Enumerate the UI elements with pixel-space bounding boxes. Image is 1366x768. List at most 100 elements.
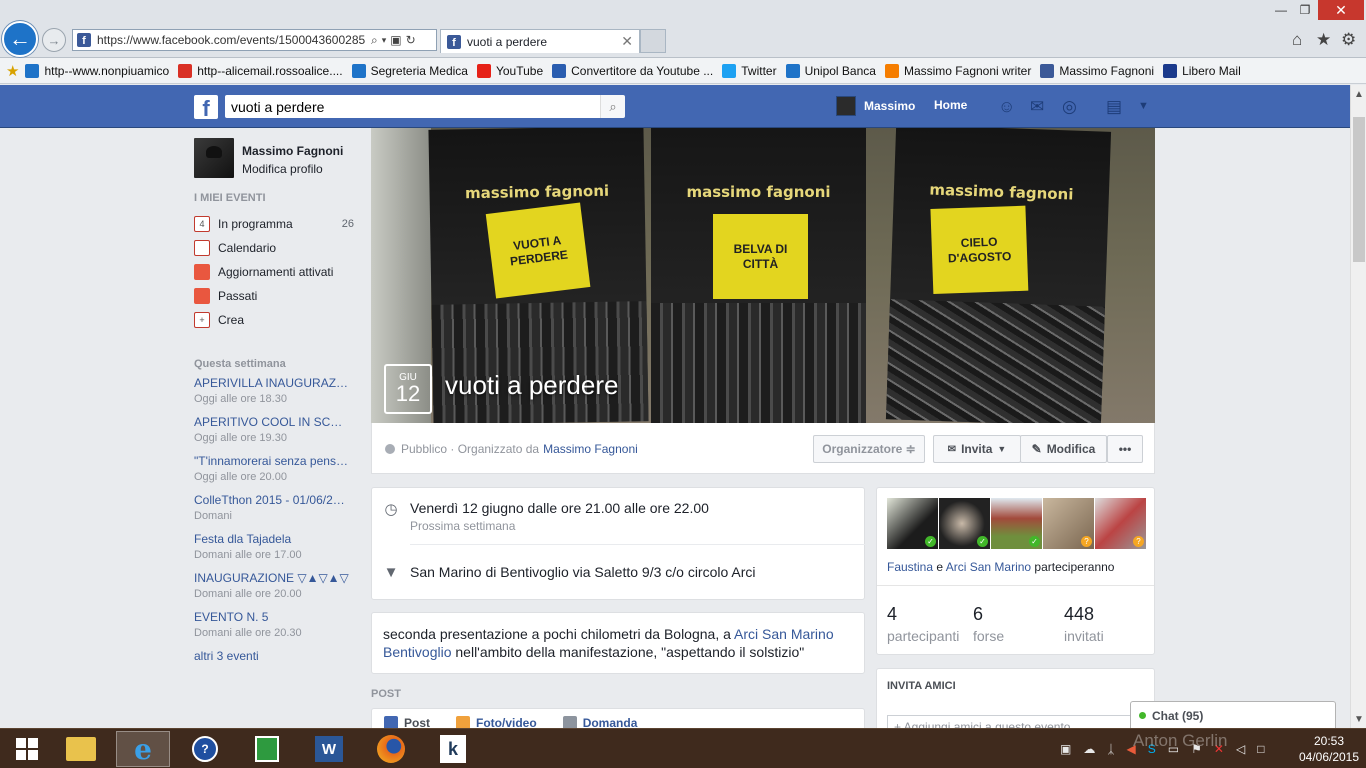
messages-icon[interactable]: ✉ bbox=[1030, 97, 1044, 117]
favorite-link[interactable]: Unipol Banca bbox=[785, 63, 876, 78]
globe-icon bbox=[385, 444, 395, 454]
taskbar-internet-explorer[interactable]: e bbox=[116, 731, 170, 767]
volume-icon[interactable]: ◁ bbox=[1236, 742, 1245, 756]
favorite-link[interactable]: Segreteria Medica bbox=[351, 63, 468, 78]
chat-tab[interactable]: Chat (95) bbox=[1130, 701, 1336, 729]
event-location[interactable]: San Marino di Bentivoglio via Saletto 9/… bbox=[410, 564, 756, 581]
profile-block[interactable]: Massimo Fagnoni Modifica profilo bbox=[194, 138, 354, 178]
event-link[interactable]: APERITIVO COOL IN SCENA bbox=[194, 415, 349, 429]
start-button[interactable] bbox=[0, 731, 54, 767]
event-link[interactable]: APERIVILLA INAUGURAZIONE bbox=[194, 376, 349, 390]
avatar[interactable] bbox=[194, 138, 234, 178]
dropdown-icon[interactable]: ▾ bbox=[382, 35, 387, 46]
profile-name[interactable]: Massimo Fagnoni bbox=[242, 144, 343, 158]
event-location-row[interactable]: ▼ San Marino di Bentivoglio via Saletto … bbox=[372, 564, 864, 581]
sidebar-item[interactable]: 4 In programma 26 bbox=[194, 212, 354, 236]
stat-maybe[interactable]: 6 forse bbox=[973, 604, 1004, 644]
security-icon[interactable]: ▣ bbox=[1060, 742, 1071, 756]
sidebar-item[interactable]: Calendario bbox=[194, 236, 354, 260]
event-link[interactable]: ColleTthon 2015 - 01/06/2015 bbox=[194, 493, 349, 507]
profile-link[interactable]: Massimo bbox=[836, 96, 915, 116]
guest-link[interactable]: Arci San Marino bbox=[946, 560, 1031, 574]
browser-tab[interactable]: f vuoti a perdere ✕ bbox=[440, 29, 640, 53]
lock-icon[interactable]: ▣ bbox=[390, 33, 401, 47]
notifications-globe-icon[interactable]: ◎ bbox=[1062, 97, 1077, 117]
favorite-link[interactable]: http--www.nonpiuamico bbox=[25, 63, 169, 78]
friend-requests-icon[interactable]: ☺ bbox=[998, 97, 1015, 117]
taskbar-kobo[interactable]: k bbox=[426, 731, 480, 767]
event-link[interactable]: INAUGURAZIONE ▽▲▽▲▽ bbox=[194, 571, 349, 585]
posts-header: POST bbox=[371, 688, 401, 700]
edit-button[interactable]: ✎ Modifica bbox=[1020, 435, 1107, 463]
close-tab-icon[interactable]: ✕ bbox=[621, 33, 633, 50]
taskbar-word[interactable]: W bbox=[302, 731, 356, 767]
favorite-link[interactable]: http--alicemail.rossoalice.... bbox=[178, 63, 343, 78]
event-link[interactable]: "T'innamorerai senza pensarci" bbox=[194, 454, 349, 468]
refresh-icon[interactable]: ↻ bbox=[406, 33, 416, 47]
favorite-link[interactable]: Massimo Fagnoni bbox=[1040, 63, 1154, 78]
favorite-link[interactable]: Twitter bbox=[722, 63, 777, 78]
organizer-link[interactable]: Massimo Fagnoni bbox=[543, 442, 638, 456]
guest-avatar[interactable]: ✓ bbox=[939, 498, 990, 549]
guest-avatar[interactable]: ? bbox=[1095, 498, 1146, 549]
back-button[interactable]: ← bbox=[2, 21, 38, 57]
new-tab-button[interactable] bbox=[640, 29, 666, 53]
facebook-logo[interactable]: f bbox=[194, 95, 218, 120]
guest-link[interactable]: Faustina bbox=[887, 560, 933, 574]
guest-avatar[interactable]: ? bbox=[1043, 498, 1094, 549]
bluetooth-icon[interactable]: ᛣ bbox=[1107, 742, 1114, 756]
favorite-link[interactable]: YouTube bbox=[476, 63, 543, 78]
privacy-shortcuts-icon[interactable]: ▤ bbox=[1106, 97, 1122, 117]
blogger-icon bbox=[884, 63, 899, 78]
event-cover-photo[interactable]: massimo fagnoni VUOTI A PERDERE massimo … bbox=[371, 128, 1155, 423]
gear-icon[interactable]: ⚙ bbox=[1341, 30, 1356, 50]
favorite-label: Segreteria Medica bbox=[370, 63, 468, 78]
search-icon[interactable]: ⌕ bbox=[371, 33, 378, 48]
guests-card: ✓ ✓ ✓ ? ? Faustina e Arci San Marino par… bbox=[876, 487, 1155, 655]
address-bar[interactable]: f https://www.facebook.com/events/150004… bbox=[72, 29, 437, 51]
scroll-up-icon[interactable]: ▲ bbox=[1351, 85, 1366, 103]
favorite-link[interactable]: Massimo Fagnoni writer bbox=[884, 63, 1031, 78]
guest-avatar[interactable]: ✓ bbox=[887, 498, 938, 549]
cloud-icon[interactable]: ☁ bbox=[1083, 742, 1095, 756]
url-text[interactable]: https://www.facebook.com/events/15000436… bbox=[97, 33, 367, 47]
network-icon[interactable]: □ bbox=[1257, 742, 1264, 756]
sidebar-item[interactable]: Aggiornamenti attivati bbox=[194, 260, 354, 284]
forward-button[interactable]: → bbox=[42, 28, 66, 52]
scroll-thumb[interactable] bbox=[1353, 117, 1365, 262]
taskbar-clock[interactable]: 20:53 04/06/2015 bbox=[1298, 733, 1360, 765]
add-favorite-icon[interactable]: ★ bbox=[6, 62, 19, 80]
sidebar-item[interactable]: Passati bbox=[194, 284, 354, 308]
more-options-button[interactable]: ••• bbox=[1107, 435, 1143, 463]
stat-invited[interactable]: 448 invitati bbox=[1064, 604, 1104, 644]
page-scrollbar[interactable]: ▲ ▼ bbox=[1350, 85, 1366, 728]
taskbar-excel[interactable] bbox=[240, 731, 294, 767]
organizer-button[interactable]: Organizzatore ≑ bbox=[813, 435, 925, 463]
edit-profile-link[interactable]: Modifica profilo bbox=[242, 162, 343, 176]
search-input[interactable] bbox=[225, 95, 600, 118]
account-menu-icon[interactable]: ▼ bbox=[1138, 100, 1149, 112]
favorite-link[interactable]: Convertitore da Youtube ... bbox=[552, 63, 713, 78]
close-window-button[interactable]: ✕ bbox=[1318, 0, 1364, 20]
scroll-down-icon[interactable]: ▼ bbox=[1351, 710, 1366, 728]
search-button[interactable]: ⌕ bbox=[600, 95, 625, 118]
taskbar-file-explorer[interactable] bbox=[54, 731, 108, 767]
guest-avatar[interactable]: ✓ bbox=[991, 498, 1042, 549]
more-events-link[interactable]: altri 3 eventi bbox=[194, 649, 354, 663]
taskbar-help[interactable]: ? bbox=[178, 731, 232, 767]
restore-button[interactable]: ❐ bbox=[1294, 0, 1316, 20]
favorite-link[interactable]: Libero Mail bbox=[1163, 63, 1241, 78]
star-icon[interactable]: ★ bbox=[1316, 30, 1331, 50]
event-link[interactable]: EVENTO N. 5 bbox=[194, 610, 349, 624]
invite-button[interactable]: ✉ Invita ▼ bbox=[933, 435, 1021, 463]
minimize-button[interactable]: — bbox=[1268, 0, 1294, 20]
stat-going[interactable]: 4 partecipanti bbox=[887, 604, 959, 644]
home-link[interactable]: Home bbox=[934, 98, 967, 112]
event-description: seconda presentazione a pochi chilometri… bbox=[371, 612, 865, 674]
sidebar-item[interactable]: + Crea bbox=[194, 308, 354, 332]
home-icon[interactable]: ⌂ bbox=[1292, 30, 1302, 50]
event-link[interactable]: Festa dla Tajadela bbox=[194, 532, 349, 546]
online-dot-icon bbox=[1139, 712, 1146, 719]
ie-page-icon bbox=[351, 63, 366, 78]
taskbar-firefox[interactable] bbox=[364, 731, 418, 767]
